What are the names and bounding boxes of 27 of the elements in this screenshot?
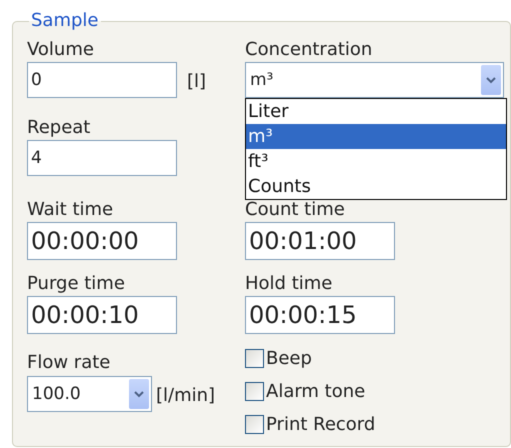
group-title: Sample xyxy=(30,12,100,30)
checkbox[interactable]: Print Record xyxy=(245,414,504,435)
dropdown[interactable]: m³ xyxy=(245,62,504,98)
text-field[interactable]: 4 xyxy=(27,140,177,176)
field-label: Concentration xyxy=(245,39,374,62)
unit-label: [l/min] xyxy=(156,385,216,406)
text-field[interactable]: 0 xyxy=(27,62,177,98)
field-label: Count time xyxy=(245,199,346,222)
unit-label: [l] xyxy=(187,71,206,92)
chevron-down-icon xyxy=(486,76,496,84)
text-field[interactable]: 00:00:15 xyxy=(245,296,395,334)
checkbox[interactable]: Beep xyxy=(245,348,504,369)
dropdown-arrow-button[interactable] xyxy=(481,65,501,95)
field-label: Volume xyxy=(27,39,95,62)
dropdown-option[interactable]: m³ xyxy=(246,124,506,149)
dropdown-arrow-button[interactable] xyxy=(129,379,149,409)
checkbox[interactable]: Alarm tone xyxy=(245,381,504,402)
field-label: Purge time xyxy=(27,273,126,296)
dropdown[interactable]: 100.0 xyxy=(27,376,152,412)
chevron-down-icon xyxy=(134,390,144,398)
field-label: Wait time xyxy=(27,199,114,222)
text-field[interactable]: 00:00:10 xyxy=(27,296,177,334)
field-label: Flow rate xyxy=(27,351,112,375)
field-label: Repeat xyxy=(27,117,92,140)
text-field[interactable]: 00:00:00 xyxy=(27,222,177,260)
field-label: Hold time xyxy=(245,273,334,296)
text-field[interactable]: 00:01:00 xyxy=(245,222,395,260)
